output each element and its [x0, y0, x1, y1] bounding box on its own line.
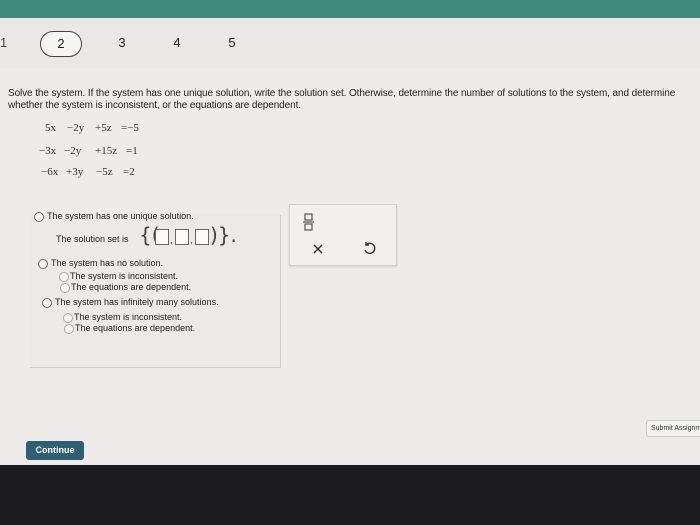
- question-nav: 1 2 3 4 5: [0, 18, 700, 66]
- continue-button[interactable]: Continue: [26, 441, 84, 460]
- option-one-solution-label: The system has one unique solution.: [47, 211, 194, 221]
- screen-bezel: [0, 465, 700, 525]
- eq-term: −2y: [64, 145, 82, 157]
- sub-option-label: The equations are dependent.: [75, 323, 196, 333]
- eq-term: −2y: [67, 122, 85, 134]
- nav-item-2[interactable]: 2: [40, 31, 82, 57]
- solution-set-label: The solution set is: [56, 234, 129, 244]
- comma-separator: ,: [190, 235, 193, 245]
- brace-right-icon: )}.: [210, 223, 237, 247]
- nav-item-4[interactable]: 4: [157, 31, 197, 55]
- solution-y-input[interactable]: [175, 229, 189, 245]
- eq-term: +3y: [66, 166, 84, 178]
- nav-item-3[interactable]: 3: [102, 31, 142, 55]
- radio-no-solution-inconsistent[interactable]: [59, 272, 69, 282]
- solution-z-input[interactable]: [195, 229, 209, 245]
- eq-term: =−5: [121, 122, 139, 134]
- option-infinite-label: The system has infinitely many solutions…: [55, 297, 219, 307]
- eq-term: −3x: [39, 145, 57, 157]
- fraction-icon[interactable]: [303, 213, 315, 231]
- question-prompt: Solve the system. If the system has one …: [8, 88, 676, 111]
- nav-item-label: 3: [118, 35, 126, 50]
- eq-term: −5z: [96, 166, 113, 178]
- nav-item-1[interactable]: 1: [0, 31, 26, 55]
- math-toolbox: [289, 204, 397, 266]
- radio-infinite-dependent[interactable]: [64, 324, 74, 334]
- eq-term: +5z: [95, 122, 112, 134]
- assignment-screen: 1 2 3 4 5 Solve the system. If the syste…: [0, 18, 700, 465]
- radio-infinite-inconsistent[interactable]: [63, 313, 73, 323]
- eq-term: =1: [126, 145, 138, 157]
- nav-item-5[interactable]: 5: [212, 31, 252, 55]
- option-no-solution-label: The system has no solution.: [51, 258, 164, 268]
- nav-item-label: 5: [228, 35, 236, 50]
- close-icon[interactable]: [312, 242, 324, 254]
- solution-x-input[interactable]: [155, 229, 169, 245]
- comma-separator: ,: [170, 235, 173, 245]
- submit-assignment-button[interactable]: Submit Assignment: [646, 420, 700, 437]
- nav-item-label: 2: [57, 36, 65, 51]
- radio-no-solution[interactable]: [38, 259, 48, 269]
- nav-item-label: 4: [173, 35, 181, 50]
- eq-term: +15z: [95, 145, 118, 157]
- eq-term: =2: [123, 166, 135, 178]
- sub-option-label: The equations are dependent.: [71, 282, 192, 292]
- eq-term: 5x: [45, 122, 56, 134]
- radio-infinite-solutions[interactable]: [42, 298, 52, 308]
- sub-option-label: The system is inconsistent.: [74, 312, 183, 322]
- radio-no-solution-dependent[interactable]: [60, 283, 70, 293]
- eq-term: −6x: [41, 166, 59, 178]
- nav-item-label: 1: [0, 35, 8, 50]
- radio-one-solution[interactable]: [34, 212, 44, 222]
- sub-option-label: The system is inconsistent.: [70, 271, 179, 281]
- undo-icon[interactable]: [362, 241, 376, 255]
- browser-top-bar: [0, 0, 700, 18]
